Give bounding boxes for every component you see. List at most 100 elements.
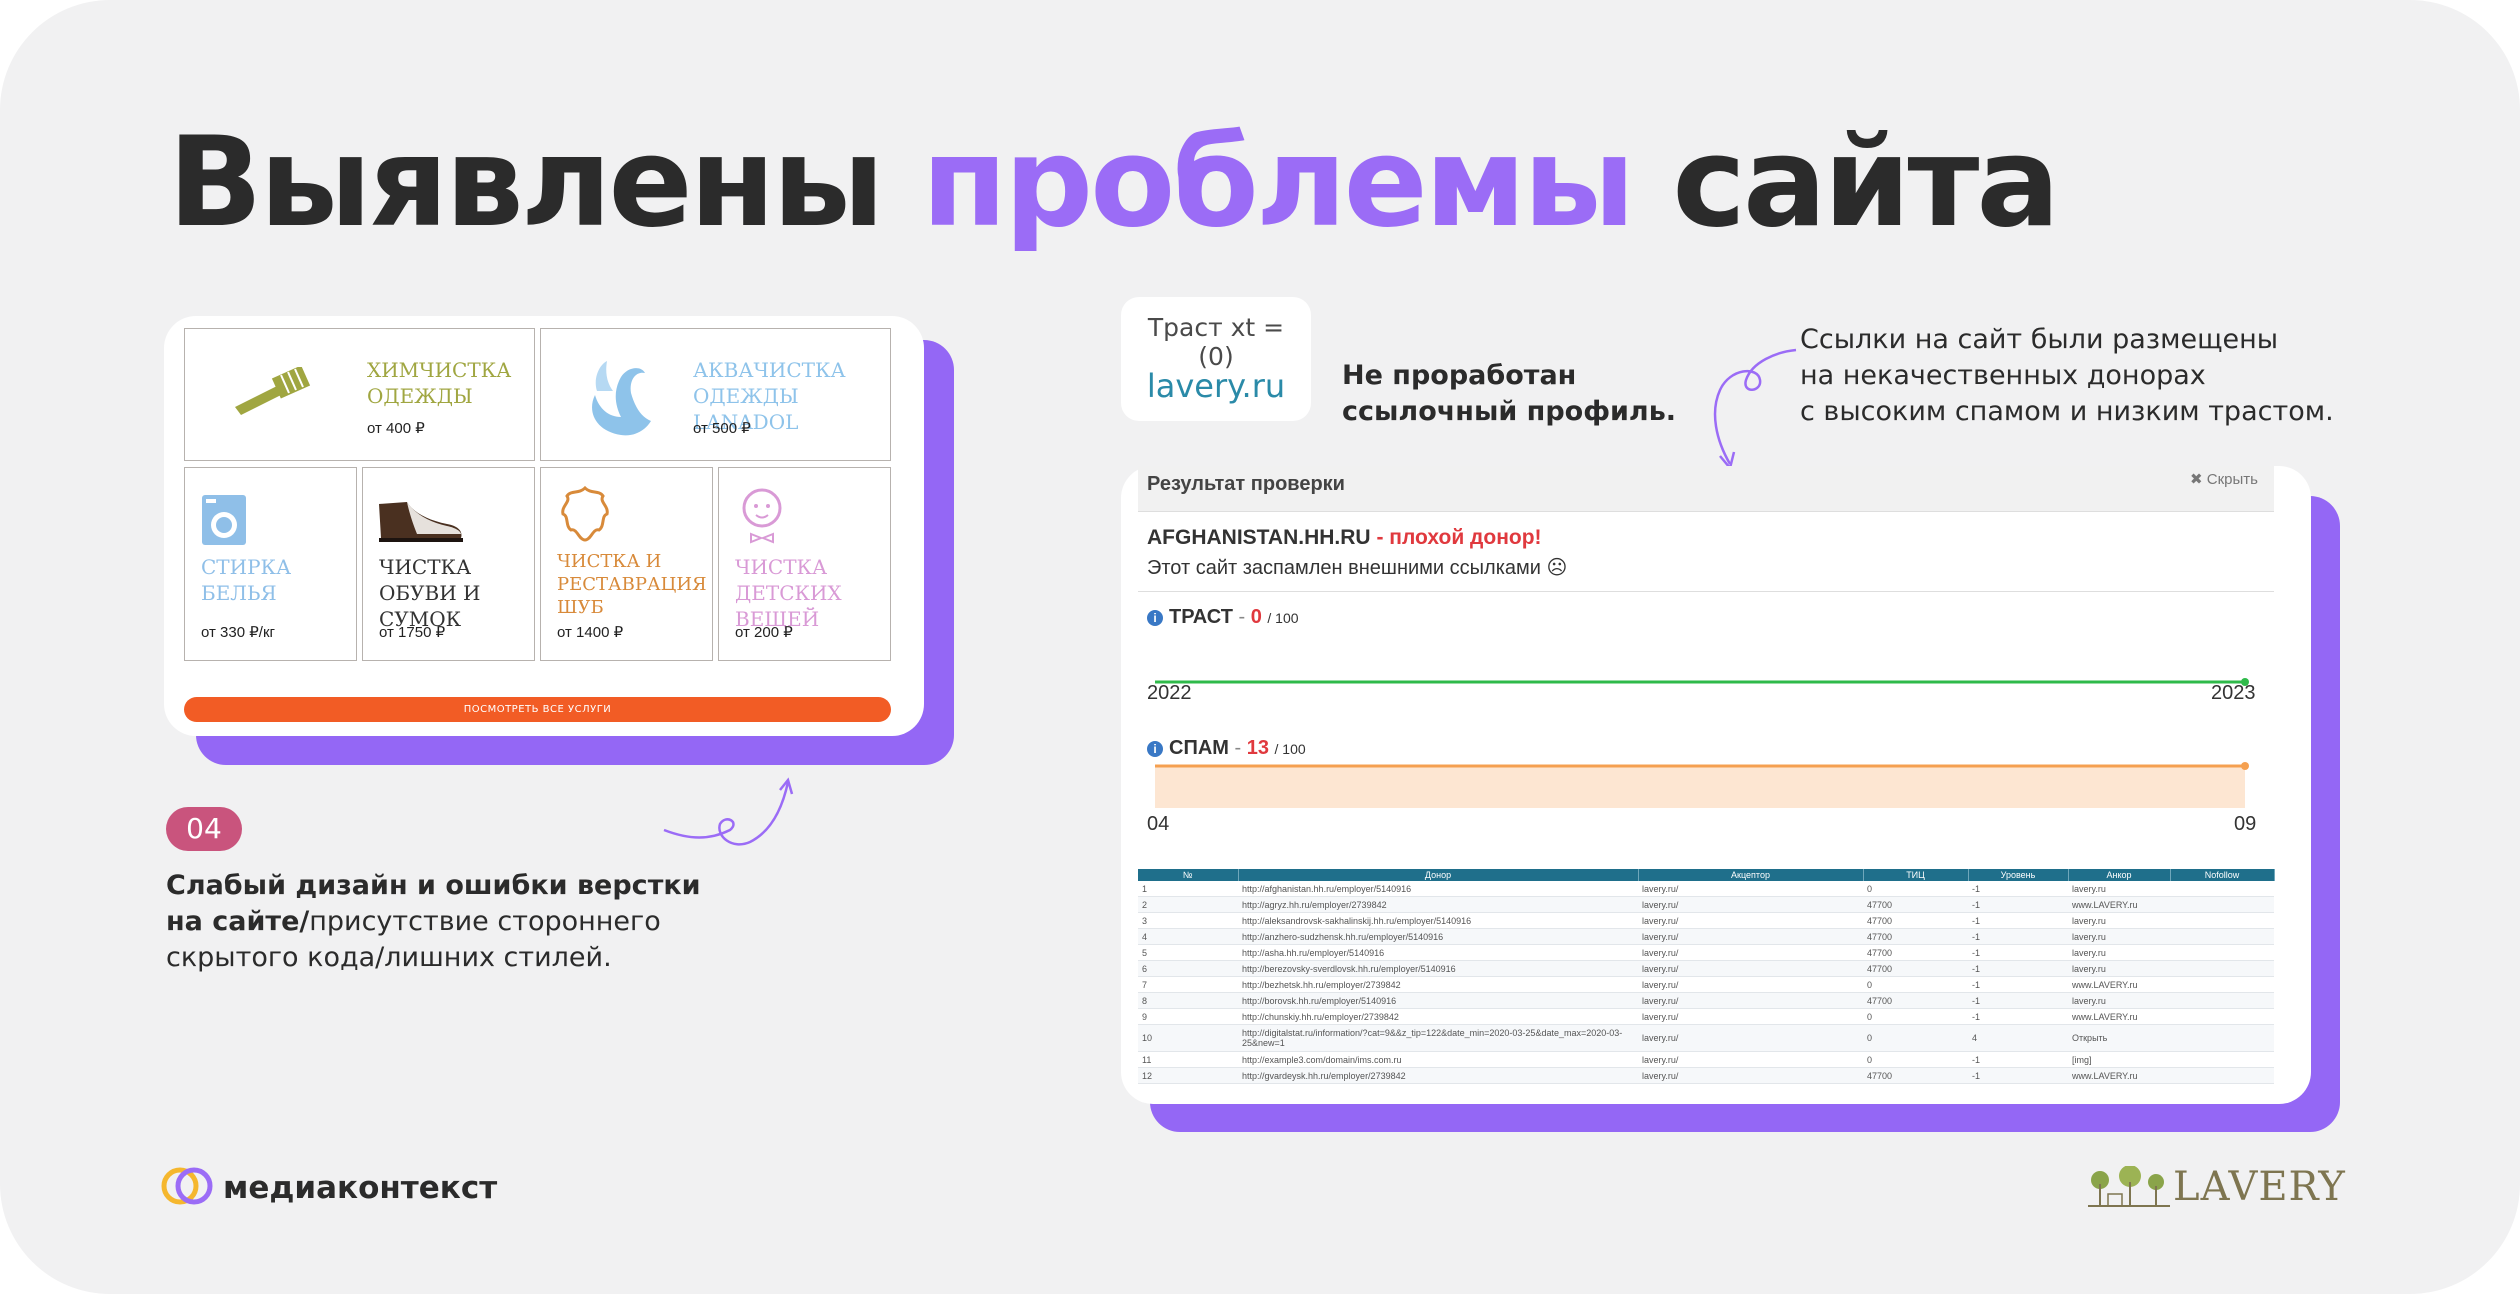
table-cell[interactable]: http://digitalstat.ru/information/?cat=9… (1238, 1024, 1638, 1052)
table-header-cell[interactable]: № (1138, 869, 1239, 881)
table-cell: lavery.ru (2068, 992, 2170, 1009)
table-row: 6 http://berezovsky-sverdlovsk.hh.ru/empl… (1138, 960, 2274, 977)
table-cell: -1 (1968, 928, 2068, 945)
spam-x-start: 04 (1147, 813, 1170, 835)
table-cell: lavery.ru/ (1638, 928, 1863, 945)
table-header-cell[interactable]: Анкор (2068, 869, 2171, 881)
table-row: 8 http://borovsk.hh.ru/employer/5140916 la… (1138, 992, 2274, 1009)
table-cell: 2 (1138, 896, 1238, 913)
spam-point (2241, 762, 2249, 770)
trust-chart (1155, 678, 2249, 686)
divider (1138, 591, 2274, 592)
table-cell: -1 (1968, 992, 2068, 1009)
brush-icon (235, 367, 311, 415)
fur-hide-icon (561, 486, 609, 542)
table-cell: 0 (1863, 1008, 1968, 1025)
table-cell[interactable]: http://chunskiy.hh.ru/employer/2739842 (1238, 1008, 1638, 1025)
table-row: 10 http://digitalstat.ru/information/?cat… (1138, 1024, 2274, 1052)
page-title: Выявлены проблемы сайта (168, 108, 2060, 258)
spam-area (1155, 766, 2245, 808)
table-cell[interactable]: http://example3.com/domain/ims.com.ru (1238, 1051, 1638, 1068)
table-cell: -1 (1968, 896, 2068, 913)
table-row: 9 http://chunskiy.hh.ru/employer/2739842 l… (1138, 1008, 2274, 1025)
table-cell: lavery.ru/ (1638, 881, 1863, 897)
service-price: от 1750 ₽ (379, 624, 446, 641)
table-header-cell[interactable]: Nofollow (2170, 869, 2275, 881)
table-cell: lavery.ru (2068, 960, 2170, 977)
trust-x-end: 2023 (2211, 682, 2256, 704)
table-row: 4 http://anzhero-sudzhensk.hh.ru/employer… (1138, 928, 2274, 945)
trees-icon (2088, 1166, 2170, 1207)
verdict-text: плохой донор! (1389, 526, 1542, 549)
table-cell (2170, 944, 2274, 961)
table-cell: -1 (1968, 960, 2068, 977)
donors-table: № Донор Акцептор ТИЦ Уровень Анкор Nofollow 1h… (1138, 869, 2275, 1084)
table-cell: -1 (1968, 1067, 2068, 1084)
table-cell: lavery.ru (2068, 928, 2170, 945)
trust-domain: lavery.ru (1146, 367, 1286, 405)
table-cell: lavery.ru/ (1638, 1067, 1863, 1084)
service-tile-shoes[interactable]: ЧИСТКА ОБУВИ и СУМОК от 1750 ₽ (362, 467, 535, 661)
table-cell[interactable]: http://aleksandrovsk-sakhalinskij.hh.ru/… (1238, 912, 1638, 929)
table-row: 11 http://example3.com/domain/ims.com.ru l… (1138, 1051, 2274, 1068)
table-row: 12 http://gvardeysk.hh.ru/employer/273984… (1138, 1067, 2274, 1084)
service-name: ЧИСТКА ДЕТСКИХ ВЕЩЕЙ (735, 555, 842, 631)
service-tile-kids[interactable]: ЧИСТКА ДЕТСКИХ ВЕЩЕЙ от 200 ₽ (718, 467, 891, 661)
table-header-cell[interactable]: Уровень (1968, 869, 2069, 881)
info-icon: i (1147, 610, 1163, 626)
table-cell[interactable]: http://anzhero-sudzhensk.hh.ru/employer/… (1238, 928, 1638, 945)
swan-icon (592, 361, 651, 436)
table-cell: 10 (1138, 1024, 1238, 1052)
service-price: от 1400 ₽ (557, 624, 624, 641)
table-cell (2170, 976, 2274, 993)
service-tile-aqua-cleaning[interactable]: АКВАЧИСТКА ОДЕЖДЫ Lanadol от 500 ₽ (540, 328, 891, 461)
table-cell: 47700 (1863, 1067, 1968, 1084)
table-cell: 6 (1138, 960, 1238, 977)
table-cell: lavery.ru/ (1638, 896, 1863, 913)
table-cell: 47700 (1863, 992, 1968, 1009)
profile-heading: Не проработан ссылочный профиль. (1342, 360, 1677, 427)
service-name: ХИМЧИСТКА ОДЕЖДЫ (367, 358, 512, 408)
curved-arrow-icon (1713, 348, 1797, 471)
table-cell: 47700 (1863, 960, 1968, 977)
table-row: 3 http://aleksandrovsk-sakhalinskij.hh.ru… (1138, 912, 2274, 929)
hide-button[interactable]: ✖ Скрыть (2190, 470, 2258, 488)
table-row: 1 http://afghanistan.hh.ru/employer/51409… (1138, 881, 2274, 897)
table-header-cell[interactable]: ТИЦ (1863, 869, 1969, 881)
table-cell[interactable]: http://asha.hh.ru/employer/5140916 (1238, 944, 1638, 961)
view-all-services-button[interactable]: ПОСМОТРЕТЬ ВСЕ УСЛУГИ (184, 697, 891, 722)
table-cell[interactable]: http://bezhetsk.hh.ru/employer/2739842 (1238, 976, 1638, 993)
title-part1: Выявлены (168, 111, 922, 255)
service-price: от 500 ₽ (693, 420, 751, 437)
service-tile-dry-cleaning[interactable]: ХИМЧИСТКА ОДЕЖДЫ от 400 ₽ (184, 328, 535, 461)
service-tile-laundry[interactable]: СТИРКА БЕЛЬЯ от 330 ₽/кг (184, 467, 357, 661)
service-tile-fur[interactable]: ЧИСТКА И РЕСТАВРАЦИЯ ШУБ от 1400 ₽ (540, 467, 713, 661)
table-cell[interactable]: http://berezovsky-sverdlovsk.hh.ru/emplo… (1238, 960, 1638, 977)
table-cell: 47700 (1863, 928, 1968, 945)
table-cell (2170, 1051, 2274, 1068)
table-cell (2170, 912, 2274, 929)
table-cell[interactable]: http://gvardeysk.hh.ru/employer/2739842 (1238, 1067, 1638, 1084)
table-cell[interactable]: http://borovsk.hh.ru/employer/5140916 (1238, 992, 1638, 1009)
table-row: 5 http://asha.hh.ru/employer/5140916 laver… (1138, 944, 2274, 961)
table-header-cell[interactable]: Донор (1238, 869, 1639, 881)
table-header-row: № Донор Акцептор ТИЦ Уровень Анкор Nofollow (1138, 869, 2275, 881)
slide: Выявлены проблемы сайта ХИМЧИСТКА ОДЕЖДЫ … (0, 0, 2520, 1294)
table-cell: 12 (1138, 1067, 1238, 1084)
table-cell: www.LAVERY.ru (2068, 1067, 2170, 1084)
table-cell: 7 (1138, 976, 1238, 993)
problem-description: Слабый дизайн и ошибки верстки на сайте/… (166, 868, 726, 976)
service-price: от 200 ₽ (735, 624, 793, 641)
table-cell[interactable]: http://afghanistan.hh.ru/employer/514091… (1238, 881, 1638, 897)
curved-arrow-icon (663, 777, 794, 846)
step-badge: 04 (166, 807, 242, 851)
table-cell: lavery.ru/ (1638, 960, 1863, 977)
table-header-cell[interactable]: Акцептор (1638, 869, 1864, 881)
table-cell: 1 (1138, 881, 1238, 897)
service-name: СТИРКА БЕЛЬЯ (201, 555, 292, 605)
table-cell: 47700 (1863, 944, 1968, 961)
table-cell[interactable]: http://agryz.hh.ru/employer/2739842 (1238, 896, 1638, 913)
title-accent: проблемы (921, 111, 1636, 255)
brand-name: медиаконтекст (223, 1170, 498, 1206)
table-cell: lavery.ru/ (1638, 1008, 1863, 1025)
